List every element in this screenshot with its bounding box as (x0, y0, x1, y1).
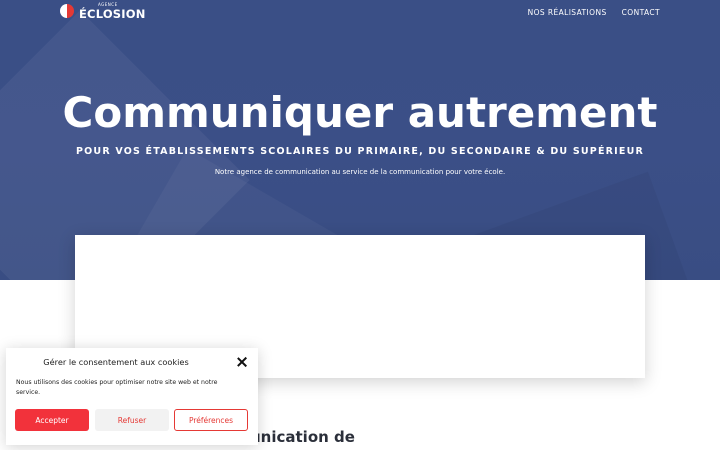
logo-main-text: ÉCLOSION (79, 7, 146, 21)
refuse-button[interactable]: Refuser (95, 409, 169, 431)
cookie-text: Nous utilisons des cookies pour optimise… (16, 379, 218, 396)
cookie-consent-banner: Gérer le consentement aux cookies Nous u… (6, 348, 258, 445)
top-navigation: AGENCE ÉCLOSION NOS RÉALISATIONS CONTACT (0, 0, 720, 26)
nav-link-contact[interactable]: CONTACT (622, 8, 660, 17)
section-heading: unication de (250, 428, 355, 446)
logo[interactable]: AGENCE ÉCLOSION (60, 2, 145, 22)
nav-links: NOS RÉALISATIONS CONTACT (528, 8, 660, 17)
nav-link-realisations[interactable]: NOS RÉALISATIONS (528, 8, 607, 17)
accept-button[interactable]: Accepter (15, 409, 89, 431)
hero-description: Notre agence de communication au service… (214, 168, 506, 176)
cookie-title: Gérer le consentement aux cookies (43, 357, 189, 367)
logo-mark-icon (60, 4, 74, 18)
hero-subtitle: POUR VOS ÉTABLISSEMENTS SCOLAIRES DU PRI… (75, 146, 645, 157)
hero-title: Communiquer autrement (62, 88, 658, 137)
preferences-button[interactable]: Préférences (174, 409, 248, 431)
close-icon[interactable] (235, 355, 249, 369)
